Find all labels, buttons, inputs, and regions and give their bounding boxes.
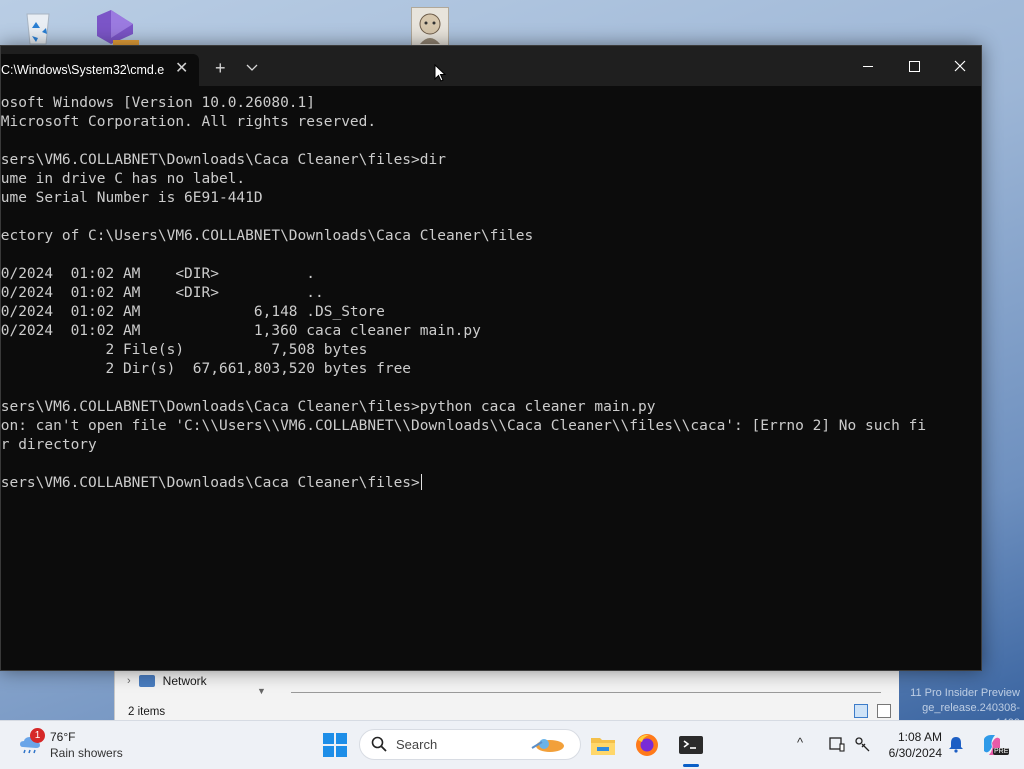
device-tray-icon[interactable] <box>828 735 846 753</box>
taskbar-search-box[interactable]: Search <box>359 729 581 760</box>
file-explorer-window: › Network ▼ 2 items <box>114 668 899 723</box>
nav-item-network[interactable]: › Network <box>127 674 207 688</box>
firefox-taskbar-icon[interactable] <box>632 730 662 760</box>
watermark-line-1: 11 Pro Insider Preview <box>910 687 1020 699</box>
terminal-tab[interactable]: C:\Windows\System32\cmd.e ✕ <box>1 54 199 86</box>
preview-badge: PRE <box>993 748 1010 755</box>
nav-item-label: Network <box>162 674 207 688</box>
user-avatar-icon[interactable] <box>411 7 449 47</box>
close-icon <box>954 60 966 72</box>
search-label: Search <box>396 737 438 752</box>
notification-bell-icon[interactable] <box>948 735 964 753</box>
clock-date: 6/30/2024 <box>888 746 942 760</box>
maximize-button[interactable] <box>891 46 937 86</box>
text-cursor <box>420 474 422 490</box>
horizontal-scrollbar[interactable] <box>291 692 881 693</box>
minimize-button[interactable] <box>845 46 891 86</box>
console-line: rectory of C:\Users\VM6.COLLABNET\Downlo… <box>1 228 534 244</box>
terminal-taskbar-icon[interactable] <box>676 730 706 760</box>
console-line: Users\VM6.COLLABNET\Downloads\Caca Clean… <box>1 474 422 491</box>
close-window-button[interactable] <box>937 46 983 86</box>
search-highlight-illustration-icon <box>531 739 564 752</box>
network-tray-icon[interactable] <box>853 735 871 753</box>
new-tab-button[interactable]: + <box>215 58 226 78</box>
weather-widget[interactable]: 1 76°F Rain showers <box>18 727 138 763</box>
active-app-indicator <box>683 764 699 767</box>
console-line: lume Serial Number is 6E91-441D <box>1 190 263 206</box>
console-line: 2 File(s) 7,508 bytes <box>1 342 368 358</box>
tiles-view-button[interactable] <box>877 704 891 718</box>
minimize-icon <box>863 65 873 67</box>
console-line: Users\VM6.COLLABNET\Downloads\Caca Clean… <box>1 152 446 168</box>
console-line: 2 Dir(s) 67,661,803,520 bytes free <box>1 361 412 377</box>
search-icon <box>371 736 387 752</box>
terminal-titlebar[interactable]: C:\Windows\System32\cmd.e ✕ + <box>1 46 981 86</box>
tab-dropdown-chevron-icon[interactable] <box>246 59 258 77</box>
console-line: hon: can't open file 'C:\\Users\\VM6.COL… <box>1 418 927 434</box>
file-explorer-taskbar-icon[interactable] <box>588 730 618 760</box>
details-view-button[interactable] <box>854 704 868 718</box>
show-hidden-icons-chevron-icon[interactable]: ^ <box>797 735 803 750</box>
terminal-window[interactable]: C:\Windows\System32\cmd.e ✕ + rosoft Win… <box>0 45 982 671</box>
weather-temperature: 76°F <box>50 730 76 744</box>
taskbar: 1 76°F Rain showers Search ^ 1:08 AM 6/3… <box>0 720 1024 769</box>
visual-studio-icon[interactable] <box>93 6 139 46</box>
console-line: Microsoft Corporation. All rights reserv… <box>1 114 377 130</box>
clock-time: 1:08 AM <box>897 730 942 744</box>
weather-description: Rain showers <box>50 746 123 760</box>
network-icon <box>138 675 155 687</box>
recycle-bin-icon[interactable] <box>18 6 58 46</box>
mouse-pointer-icon <box>434 64 446 82</box>
console-line: 30/2024 01:02 AM <DIR> . <box>1 266 316 282</box>
scroll-down-arrow-icon[interactable]: ▼ <box>257 686 266 696</box>
tab-close-icon[interactable]: ✕ <box>175 60 188 78</box>
tab-title: C:\Windows\System32\cmd.e <box>1 63 165 77</box>
console-line: rosoft Windows [Version 10.0.26080.1] <box>1 95 316 111</box>
maximize-icon <box>908 60 920 72</box>
console-line: Users\VM6.COLLABNET\Downloads\Caca Clean… <box>1 399 656 415</box>
system-clock[interactable]: 1:08 AM 6/30/2024 <box>884 729 942 761</box>
start-button-windows-icon[interactable] <box>322 732 348 758</box>
console-line: 30/2024 01:02 AM 6,148 .DS_Store <box>1 304 385 320</box>
console-line: 30/2024 01:02 AM <DIR> .. <box>1 285 324 301</box>
console-line: 30/2024 01:02 AM 1,360 caca cleaner main… <box>1 323 481 339</box>
console-line: or directory <box>1 437 97 453</box>
notification-badge: 1 <box>30 728 45 743</box>
chevron-right-icon[interactable]: › <box>127 675 131 687</box>
console-line: lume in drive C has no label. <box>1 171 246 187</box>
status-item-count: 2 items <box>128 706 166 718</box>
console-output[interactable]: rosoft Windows [Version 10.0.26080.1] Mi… <box>1 94 981 664</box>
